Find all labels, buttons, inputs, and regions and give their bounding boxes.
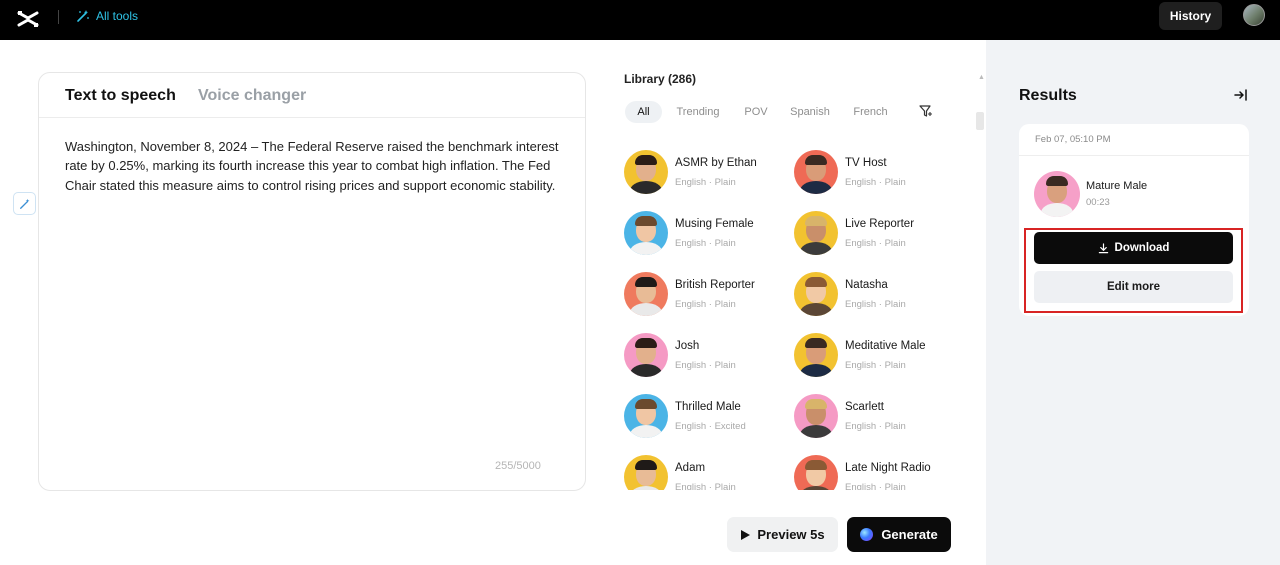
download-button[interactable]: Download [1034, 232, 1233, 264]
voice-avatar [624, 333, 668, 377]
voice-meta: English · Plain [675, 238, 736, 249]
filter-spanish[interactable]: Spanish [785, 101, 835, 123]
voice-item[interactable]: Musing Female English · Plain [620, 206, 780, 258]
library-scrollbar[interactable] [976, 112, 984, 130]
editor-tabs: Text to speech Voice changer [39, 73, 585, 118]
voice-item[interactable]: British Reporter English · Plain [620, 267, 780, 319]
voice-item[interactable]: Meditative Male English · Plain [790, 328, 950, 380]
result-duration: 00:23 [1086, 197, 1110, 208]
filter-all[interactable]: All [625, 101, 662, 123]
generate-label: Generate [881, 527, 938, 542]
voice-name: British Reporter [675, 279, 755, 291]
preview-button[interactable]: Preview 5s [727, 517, 838, 552]
voice-item[interactable]: Natasha English · Plain [790, 267, 950, 319]
download-label: Download [1114, 242, 1170, 254]
editor-card: Text to speech Voice changer Washington,… [38, 72, 586, 491]
voice-meta: English · Plain [675, 482, 736, 490]
voice-avatar [624, 455, 668, 490]
side-magic-tool-button[interactable] [13, 192, 36, 215]
history-button[interactable]: History [1159, 2, 1222, 30]
results-title: Results [1019, 87, 1077, 104]
voice-item[interactable]: ASMR by Ethan English · Plain [620, 145, 780, 197]
download-icon [1098, 242, 1108, 253]
results-panel: Results Feb 07, 05:10 PM Mature Male 00:… [986, 40, 1280, 565]
voice-name: Josh [675, 340, 700, 352]
voice-meta: English · Plain [845, 482, 906, 490]
voice-item[interactable]: Live Reporter English · Plain [790, 206, 950, 258]
voice-name: TV Host [845, 157, 887, 169]
script-text-area[interactable]: Washington, November 8, 2024 – The Feder… [65, 137, 565, 195]
preview-label: Preview 5s [757, 527, 825, 542]
voice-avatar[interactable] [1034, 171, 1080, 217]
voice-item[interactable]: TV Host English · Plain [790, 145, 950, 197]
scroll-up-icon[interactable]: ▲ [978, 74, 985, 81]
voice-name: Late Night Radio [845, 462, 931, 474]
all-tools-link[interactable]: All tools [76, 8, 138, 24]
filter-french[interactable]: French [846, 101, 895, 123]
magic-wand-icon [77, 10, 89, 22]
user-avatar[interactable] [1243, 4, 1265, 26]
generate-button[interactable]: Generate [847, 517, 951, 552]
voice-name: Live Reporter [845, 218, 915, 230]
capcut-logo-icon[interactable] [16, 7, 40, 31]
voice-meta: English · Plain [845, 238, 906, 249]
voice-item[interactable]: Adam English · Plain [620, 450, 780, 490]
voice-meta: English · Excited [675, 421, 746, 432]
voice-name: Adam [675, 462, 706, 474]
voice-name: ASMR by Ethan [675, 157, 757, 169]
voice-meta: English · Plain [845, 299, 906, 310]
voice-avatar [624, 150, 668, 194]
voice-name: Meditative Male [845, 340, 926, 352]
tab-voice-changer[interactable]: Voice changer [198, 87, 306, 105]
magic-wand-icon [19, 198, 29, 209]
voice-name: Musing Female [675, 218, 754, 230]
voice-avatar [794, 211, 838, 255]
voice-avatar [794, 394, 838, 438]
result-voice-name: Mature Male [1086, 180, 1148, 192]
play-icon [741, 529, 751, 540]
character-count: 255/5000 [495, 460, 541, 472]
all-tools-label: All tools [96, 9, 139, 23]
result-card: Feb 07, 05:10 PM Mature Male 00:23 Downl… [1019, 124, 1249, 316]
tab-text-to-speech[interactable]: Text to speech [65, 87, 176, 105]
top-bar: All tools History [0, 0, 1280, 40]
voice-item[interactable]: Late Night Radio English · Plain [790, 450, 950, 490]
voice-meta: English · Plain [845, 177, 906, 188]
voice-name: Natasha [845, 279, 888, 291]
voice-meta: English · Plain [845, 421, 906, 432]
filter-pov[interactable]: POV [736, 101, 776, 123]
edit-more-button[interactable]: Edit more [1034, 271, 1233, 303]
voice-avatar [624, 272, 668, 316]
library-title: Library (286) [624, 72, 697, 86]
voice-name: Thrilled Male [675, 401, 741, 413]
collapse-panel-icon[interactable] [1233, 87, 1249, 103]
divider [1019, 155, 1249, 156]
result-date: Feb 07, 05:10 PM [1035, 134, 1111, 145]
voice-avatar [794, 150, 838, 194]
voice-meta: English · Plain [675, 299, 736, 310]
voice-meta: English · Plain [675, 360, 736, 371]
voice-item[interactable]: Scarlett English · Plain [790, 389, 950, 441]
voice-avatar [794, 455, 838, 490]
voice-meta: English · Plain [845, 360, 906, 371]
voice-avatar [624, 394, 668, 438]
voice-item[interactable]: Thrilled Male English · Excited [620, 389, 780, 441]
voice-meta: English · Plain [675, 177, 736, 188]
voice-avatar [624, 211, 668, 255]
filter-trending[interactable]: Trending [670, 101, 726, 123]
divider [58, 10, 59, 24]
voice-item[interactable]: Josh English · Plain [620, 328, 780, 380]
voice-name: Scarlett [845, 401, 884, 413]
voice-avatar [794, 333, 838, 377]
voice-list: ASMR by Ethan English · Plain TV Host Engli… [620, 145, 970, 490]
filter-funnel-icon[interactable] [918, 103, 934, 119]
voice-avatar [794, 272, 838, 316]
generate-orb-icon [860, 528, 874, 541]
